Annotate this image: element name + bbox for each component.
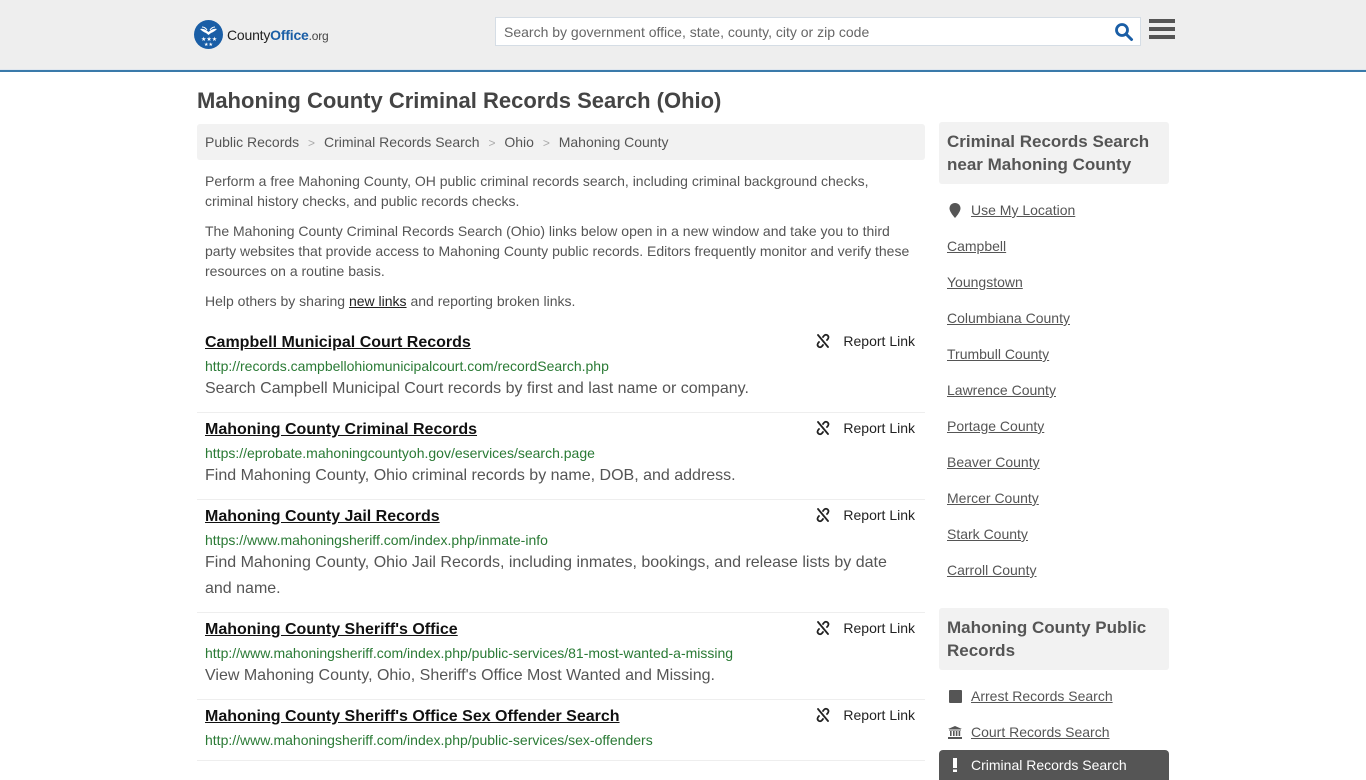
- breadcrumb-criminal-records-search[interactable]: Criminal Records Search: [324, 134, 480, 150]
- result-description: Find Mahoning County, Ohio criminal reco…: [205, 467, 736, 484]
- search-box: [495, 17, 1141, 46]
- search-input[interactable]: [496, 18, 1096, 45]
- report-link-button[interactable]: Report Link: [815, 707, 915, 723]
- result-url: https://www.mahoningsheriff.com/index.ph…: [205, 532, 548, 548]
- result-url: http://www.mahoningsheriff.com/index.php…: [205, 645, 734, 661]
- nearby-item: Trumbull County: [947, 336, 1161, 372]
- breadcrumb-separator: >: [542, 136, 550, 150]
- nearby-link-youngstown[interactable]: Youngstown: [947, 264, 1023, 300]
- report-link-button[interactable]: Report Link: [815, 333, 915, 349]
- intro-text: Perform a free Mahoning County, OH publi…: [205, 171, 920, 321]
- report-link-label: Report Link: [843, 333, 915, 349]
- menu-bar-icon: [1149, 35, 1175, 39]
- breadcrumb-mahoning-county[interactable]: Mahoning County: [559, 134, 669, 150]
- nearby-item: Youngstown: [947, 264, 1161, 300]
- report-link-button[interactable]: Report Link: [815, 620, 915, 636]
- nearby-item: Portage County: [947, 408, 1161, 444]
- sidebar: Criminal Records Search near Mahoning Co…: [939, 122, 1169, 780]
- intro-share-paragraph: Help others by sharing new links and rep…: [205, 293, 576, 309]
- exclamation-icon: [947, 758, 963, 772]
- use-my-location-link[interactable]: Use My Location: [971, 192, 1075, 228]
- map-pin-icon: [947, 202, 963, 218]
- broken-link-icon: [817, 507, 830, 523]
- courthouse-icon: [947, 725, 963, 739]
- svg-text:★★: ★★: [204, 42, 213, 48]
- public-records-heading: Mahoning County Public Records: [939, 608, 1169, 670]
- breadcrumb-separator: >: [308, 136, 316, 150]
- result-item: Mahoning County Sheriff's Office Sex Off…: [197, 700, 925, 761]
- report-link-label: Report Link: [843, 420, 915, 436]
- nearby-item: Stark County: [947, 516, 1161, 552]
- result-item: Mahoning County Jail Records https://www…: [197, 500, 925, 613]
- result-url: http://www.mahoningsheriff.com/index.php…: [205, 732, 653, 748]
- public-records-list: Arrest Records Search Court Records Sear…: [939, 670, 1169, 750]
- search-icon: [1115, 23, 1133, 41]
- search-button[interactable]: [1114, 22, 1134, 42]
- result-title-link[interactable]: Mahoning County Sheriff's Office Sex Off…: [205, 706, 620, 728]
- site-logo[interactable]: ★★★ ★★ CountyOffice.org: [194, 20, 329, 49]
- result-url: http://records.campbellohiomunicipalcour…: [205, 358, 609, 374]
- result-url: https://eprobate.mahoningcountyoh.gov/es…: [205, 445, 595, 461]
- nearby-link-stark-county[interactable]: Stark County: [947, 516, 1028, 552]
- nearby-link-trumbull-county[interactable]: Trumbull County: [947, 336, 1049, 372]
- eagle-logo-icon: ★★★ ★★: [194, 20, 223, 49]
- broken-link-icon: [817, 333, 830, 349]
- arrest-records-search-link[interactable]: Arrest Records Search: [971, 678, 1113, 714]
- result-description: View Mahoning County, Ohio, Sheriff's Of…: [205, 667, 715, 684]
- use-location-item: Use My Location: [947, 192, 1161, 228]
- logo-text: CountyOffice.org: [227, 26, 329, 43]
- intro-paragraph: Perform a free Mahoning County, OH publi…: [205, 173, 869, 209]
- nearby-link-beaver-county[interactable]: Beaver County: [947, 444, 1040, 480]
- nearby-link-carroll-county[interactable]: Carroll County: [947, 552, 1036, 588]
- square-icon: [947, 689, 963, 703]
- intro-paragraph: The Mahoning County Criminal Records Sea…: [205, 223, 910, 279]
- result-description: Search Campbell Municipal Court records …: [205, 380, 749, 397]
- result-title-link[interactable]: Mahoning County Sheriff's Office: [205, 619, 458, 641]
- court-records-search-link[interactable]: Court Records Search: [971, 714, 1110, 750]
- nearby-link-campbell[interactable]: Campbell: [947, 228, 1006, 264]
- breadcrumb-public-records[interactable]: Public Records: [205, 134, 299, 150]
- report-link-button[interactable]: Report Link: [815, 507, 915, 523]
- nearby-item: Mercer County: [947, 480, 1161, 516]
- nearby-item: Campbell: [947, 228, 1161, 264]
- new-links-link[interactable]: new links: [349, 293, 407, 309]
- broken-link-icon: [817, 620, 830, 636]
- nearby-item: Beaver County: [947, 444, 1161, 480]
- report-link-button[interactable]: Report Link: [815, 420, 915, 436]
- breadcrumb: Public Records > Criminal Records Search…: [197, 124, 925, 160]
- menu-bar-icon: [1149, 27, 1175, 31]
- broken-link-icon: [817, 707, 830, 723]
- result-title-link[interactable]: Campbell Municipal Court Records: [205, 332, 471, 354]
- nearby-item: Carroll County: [947, 552, 1161, 588]
- public-record-item: Court Records Search: [947, 714, 1161, 750]
- public-record-item: Arrest Records Search: [947, 678, 1161, 714]
- nearby-list: Use My Location Campbell Youngstown Colu…: [939, 184, 1169, 588]
- report-link-label: Report Link: [843, 507, 915, 523]
- nearby-link-mercer-county[interactable]: Mercer County: [947, 480, 1039, 516]
- criminal-records-search-active-item[interactable]: Criminal Records Search: [939, 750, 1169, 780]
- nearby-link-lawrence-county[interactable]: Lawrence County: [947, 372, 1056, 408]
- result-description: Find Mahoning County, Ohio Jail Records,…: [205, 554, 887, 597]
- site-header: ★★★ ★★ CountyOffice.org: [0, 0, 1366, 72]
- nearby-item: Columbiana County: [947, 300, 1161, 336]
- result-item: Mahoning County Criminal Records https:/…: [197, 413, 925, 500]
- result-item: Mahoning County Sheriff's Office http://…: [197, 613, 925, 700]
- nearby-link-columbiana-county[interactable]: Columbiana County: [947, 300, 1070, 336]
- breadcrumb-separator: >: [488, 136, 496, 150]
- nearby-item: Lawrence County: [947, 372, 1161, 408]
- result-item: Campbell Municipal Court Records http://…: [197, 326, 925, 413]
- result-title-link[interactable]: Mahoning County Criminal Records: [205, 419, 477, 441]
- report-link-label: Report Link: [843, 707, 915, 723]
- menu-bar-icon: [1149, 19, 1175, 23]
- active-item-label: Criminal Records Search: [971, 757, 1127, 773]
- nearby-heading: Criminal Records Search near Mahoning Co…: [939, 122, 1169, 184]
- report-link-label: Report Link: [843, 620, 915, 636]
- broken-link-icon: [817, 420, 830, 436]
- breadcrumb-ohio[interactable]: Ohio: [504, 134, 534, 150]
- hamburger-menu-button[interactable]: [1149, 19, 1175, 43]
- page-title: Mahoning County Criminal Records Search …: [197, 88, 722, 113]
- result-title-link[interactable]: Mahoning County Jail Records: [205, 506, 440, 528]
- nearby-link-portage-county[interactable]: Portage County: [947, 408, 1044, 444]
- results-list: Campbell Municipal Court Records http://…: [197, 326, 925, 761]
